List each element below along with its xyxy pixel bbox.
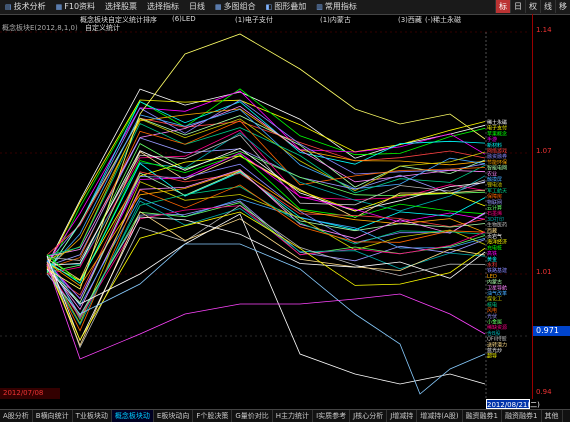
move-button[interactable]: 移 xyxy=(555,0,570,13)
select-indicator-button[interactable]: 选择指标 xyxy=(142,0,184,14)
overlay-button[interactable]: ◧ 图形叠加 xyxy=(261,0,312,14)
chart-icon: ▤ xyxy=(5,3,12,11)
tab-item[interactable]: B横向统计 xyxy=(33,410,73,422)
toolbar: ▤ 技术分析 ▦ F10资料 选择股票 选择指标 日线 ▦ 多图组合 ◧ 图形叠加 ▥ 常… xyxy=(0,0,570,15)
axis-tick: 1.01 xyxy=(536,268,552,276)
tab-item[interactable]: H主力统计 xyxy=(273,410,314,422)
axis-tick: 1.07 xyxy=(536,147,552,155)
series-line xyxy=(46,263,486,360)
layers-icon: ◧ xyxy=(265,3,273,11)
indicator-icon: ▥ xyxy=(316,3,323,11)
rights-button[interactable]: 权 xyxy=(525,0,540,13)
axis-tick: 0.94 xyxy=(536,388,552,396)
indicators-button[interactable]: ▥ 常用指标 xyxy=(311,0,362,14)
tab-item[interactable]: 增减持(A股) xyxy=(417,410,463,422)
tab-item[interactable]: F个股决策 xyxy=(193,410,233,422)
series-line xyxy=(46,197,486,307)
tab-item[interactable]: 概念板块动 xyxy=(111,410,154,422)
line-button[interactable]: 线 xyxy=(540,0,555,13)
series-line xyxy=(46,243,486,395)
day-button[interactable]: 日 xyxy=(510,0,525,13)
multi-chart-button[interactable]: ▦ 多图组合 xyxy=(210,0,261,14)
series-line xyxy=(46,99,486,264)
series-line xyxy=(46,200,486,326)
document-icon: ▦ xyxy=(55,3,63,11)
select-stock-button[interactable]: 选择股票 xyxy=(100,0,142,14)
daily-button[interactable]: 日线 xyxy=(184,0,210,14)
series-line xyxy=(46,205,486,319)
cursor-date: 2012/08/21(二) xyxy=(486,399,540,409)
tab-item[interactable]: E板块动向 xyxy=(154,410,194,422)
tab-item[interactable]: J核心分析 xyxy=(350,410,388,422)
tab-item[interactable]: T业板块动 xyxy=(73,410,112,422)
mark-button[interactable]: 标 xyxy=(495,0,510,13)
tab-item[interactable]: 融资融券1 xyxy=(463,410,503,422)
series-label: 超导 xyxy=(487,353,497,360)
tab-item[interactable]: G量价对比 xyxy=(232,410,273,422)
tech-analysis-button[interactable]: ▤ 技术分析 xyxy=(0,0,51,14)
tab-item[interactable]: J增减持 xyxy=(387,410,418,422)
grid-icon: ▦ xyxy=(215,3,222,11)
tab-item[interactable]: A股分析 xyxy=(0,410,33,422)
chart-svg: 稀土永磁电子支付苹果概念手游新材料网络游戏融资融券节能环保智能电网农业触摸屏锂电… xyxy=(0,31,530,399)
tab-item[interactable]: 融资融券1 xyxy=(502,410,542,422)
axis-tick: 1.14 xyxy=(536,26,552,34)
start-date: 2012/07/08 xyxy=(0,388,60,399)
series-line xyxy=(46,202,486,318)
series-line xyxy=(46,213,486,385)
price-axis: 1.14 1.07 1.01 0.94 0.971 xyxy=(532,14,570,399)
multi-line-chart[interactable]: 稀土永磁 电子支付 苹果概念 手游 新材料 网络游戏 融资融券 节能环保 智能电网 农业 触摸屏 锂电… xyxy=(0,14,530,399)
bottom-tabs: A股分析 B横向统计 T业板块动 概念板块动 E板块动向 F个股决策 G量价对比 H主力统计 I… xyxy=(0,409,570,422)
current-value-marker: 0.971 xyxy=(533,326,570,336)
tab-item[interactable]: I实质参考 xyxy=(313,410,351,422)
tab-item[interactable]: 其他 xyxy=(542,410,563,422)
f10-button[interactable]: ▦ F10资料 xyxy=(51,0,100,14)
toolbar-right: 标 日 权 线 移 xyxy=(495,0,570,14)
